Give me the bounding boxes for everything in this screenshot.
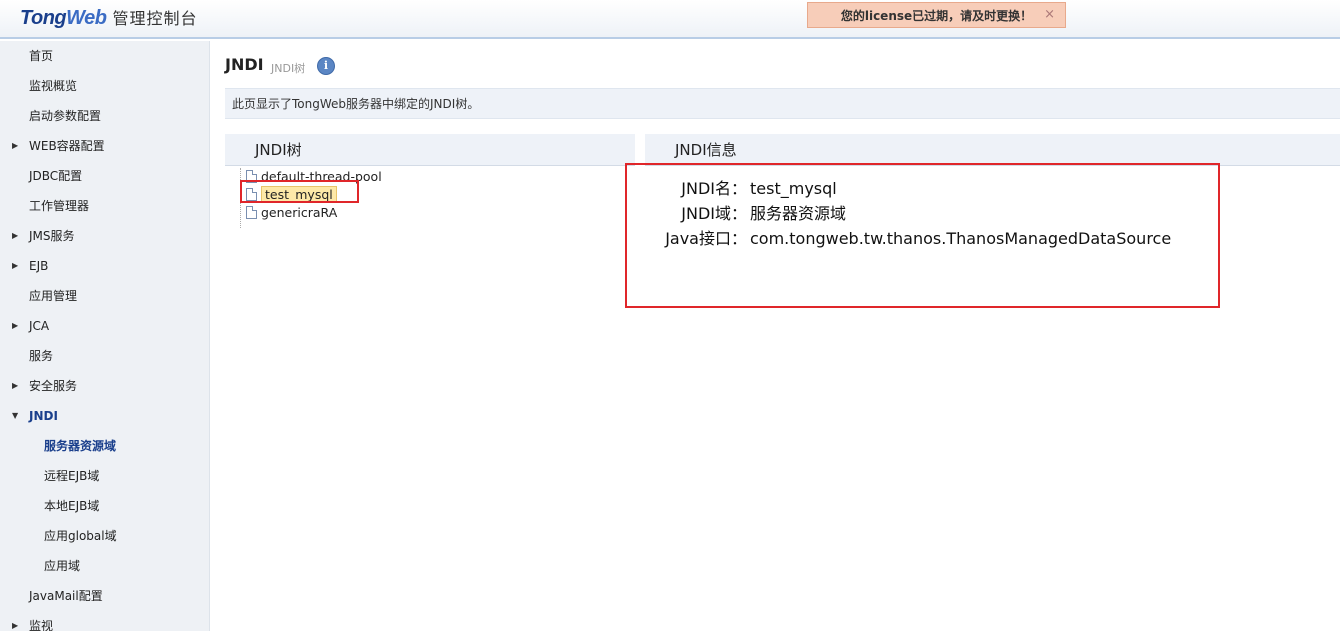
sidebar-item-label: WEB容器配置	[29, 139, 105, 153]
info-key: Java接口：	[665, 229, 747, 248]
license-expired-banner: 您的license已过期，请及时更换！ ×	[807, 2, 1066, 28]
tree-node-label: genericraRA	[261, 205, 338, 220]
sidebar-item-label: JavaMail配置	[29, 589, 103, 603]
sidebar-nav: 首页 监视概览 启动参数配置 ▶ WEB容器配置 JDBC配置 工作管理器 ▶ JM…	[0, 41, 210, 631]
expand-arrow-icon: ▶	[12, 231, 19, 240]
info-key: JNDI名：	[681, 179, 747, 198]
sidebar-item-label: 监视概览	[29, 79, 78, 93]
info-row-jndi-name: JNDI名： test_mysql	[625, 176, 1220, 201]
page-description: 此页显示了TongWeb服务器中绑定的JNDI树。	[225, 88, 1340, 119]
collapse-arrow-icon: ▼	[12, 411, 19, 420]
expand-arrow-icon: ▶	[12, 321, 19, 330]
tree-node[interactable]: genericraRA	[240, 204, 382, 222]
sidebar-item-label: 监视	[29, 619, 54, 631]
sidebar-item-app-global-domain[interactable]: 应用global域	[0, 521, 209, 551]
page-subtitle: JNDI树	[271, 62, 306, 75]
sidebar-item-monitor-overview[interactable]: 监视概览	[0, 71, 209, 101]
close-icon[interactable]: ×	[1044, 7, 1055, 22]
info-row-jndi-domain: JNDI域： 服务器资源域	[625, 201, 1220, 226]
sidebar-item-label: 工作管理器	[29, 199, 90, 213]
expand-arrow-icon: ▶	[12, 621, 19, 630]
sidebar-item-security[interactable]: ▶ 安全服务	[0, 371, 209, 401]
sidebar-item-label: EJB	[29, 259, 49, 273]
sidebar-item-work-manager[interactable]: 工作管理器	[0, 191, 209, 221]
sidebar-item-startup-params[interactable]: 启动参数配置	[0, 101, 209, 131]
sidebar-item-label: JMS服务	[29, 229, 75, 243]
sidebar-item-label: JDBC配置	[29, 169, 83, 183]
sidebar-item-remote-ejb-domain[interactable]: 远程EJB域	[0, 461, 209, 491]
sidebar-item-label: 服务器资源域	[44, 439, 117, 453]
sidebar-item-jdbc[interactable]: JDBC配置	[0, 161, 209, 191]
info-row-java-interface: Java接口： com.tongweb.tw.thanos.ThanosMana…	[625, 226, 1220, 251]
sidebar-item-label: 安全服务	[29, 379, 78, 393]
info-icon[interactable]: i	[317, 57, 335, 75]
file-icon	[246, 206, 257, 219]
info-value: test_mysql	[750, 179, 837, 198]
page-title: JNDI	[225, 55, 264, 74]
header-bar: Tong Web 管理控制台 您的license已过期，请及时更换！ ×	[0, 0, 1340, 39]
sidebar-item-label: 首页	[29, 49, 54, 63]
sidebar-item-label: 服务	[29, 349, 54, 363]
sidebar-item-web-container[interactable]: ▶ WEB容器配置	[0, 131, 209, 161]
sidebar-item-label: 远程EJB域	[44, 469, 100, 483]
expand-arrow-icon: ▶	[12, 381, 19, 390]
license-message: 您的license已过期，请及时更换！	[840, 8, 1033, 23]
sidebar-item-label: 应用global域	[44, 529, 117, 543]
logo-web-text: Web	[66, 7, 107, 29]
sidebar-item-jca[interactable]: ▶ JCA	[0, 311, 209, 341]
sidebar-item-app-domain[interactable]: 应用域	[0, 551, 209, 581]
sidebar-item-label: 应用域	[44, 559, 81, 573]
sidebar-item-monitor[interactable]: ▶ 监视	[0, 611, 209, 631]
sidebar-item-label: 应用管理	[29, 289, 78, 303]
sidebar-item-server-resource-domain[interactable]: 服务器资源域	[0, 431, 209, 461]
jndi-info-header: JNDI信息	[645, 134, 1340, 166]
sidebar-item-label: 启动参数配置	[29, 109, 102, 123]
sidebar-item-local-ejb-domain[interactable]: 本地EJB域	[0, 491, 209, 521]
sidebar-item-label: JNDI	[29, 409, 58, 423]
sidebar-item-home[interactable]: 首页	[0, 41, 209, 71]
highlight-box	[240, 180, 359, 203]
info-value: 服务器资源域	[750, 204, 847, 223]
sidebar-item-jms[interactable]: ▶ JMS服务	[0, 221, 209, 251]
info-value: com.tongweb.tw.thanos.ThanosManagedDataS…	[750, 229, 1172, 248]
logo-tong-text: Tong	[20, 7, 67, 29]
main-content: JNDI JNDI树 i 此页显示了TongWeb服务器中绑定的JNDI树。 J…	[210, 41, 1340, 631]
sidebar-item-label: JCA	[29, 319, 50, 333]
tongweb-logo: Tong Web 管理控制台	[20, 5, 198, 29]
sidebar-item-label: 本地EJB域	[44, 499, 100, 513]
expand-arrow-icon: ▶	[12, 261, 19, 270]
sidebar-item-app-management[interactable]: 应用管理	[0, 281, 209, 311]
logo-console-title: 管理控制台	[112, 9, 198, 28]
sidebar-item-ejb[interactable]: ▶ EJB	[0, 251, 209, 281]
sidebar-item-jndi[interactable]: ▼ JNDI	[0, 401, 209, 431]
sidebar-item-services[interactable]: 服务	[0, 341, 209, 371]
expand-arrow-icon: ▶	[12, 141, 19, 150]
info-key: JNDI域：	[681, 204, 747, 223]
sidebar-item-javamail[interactable]: JavaMail配置	[0, 581, 209, 611]
jndi-tree-header: JNDI树	[225, 134, 635, 166]
